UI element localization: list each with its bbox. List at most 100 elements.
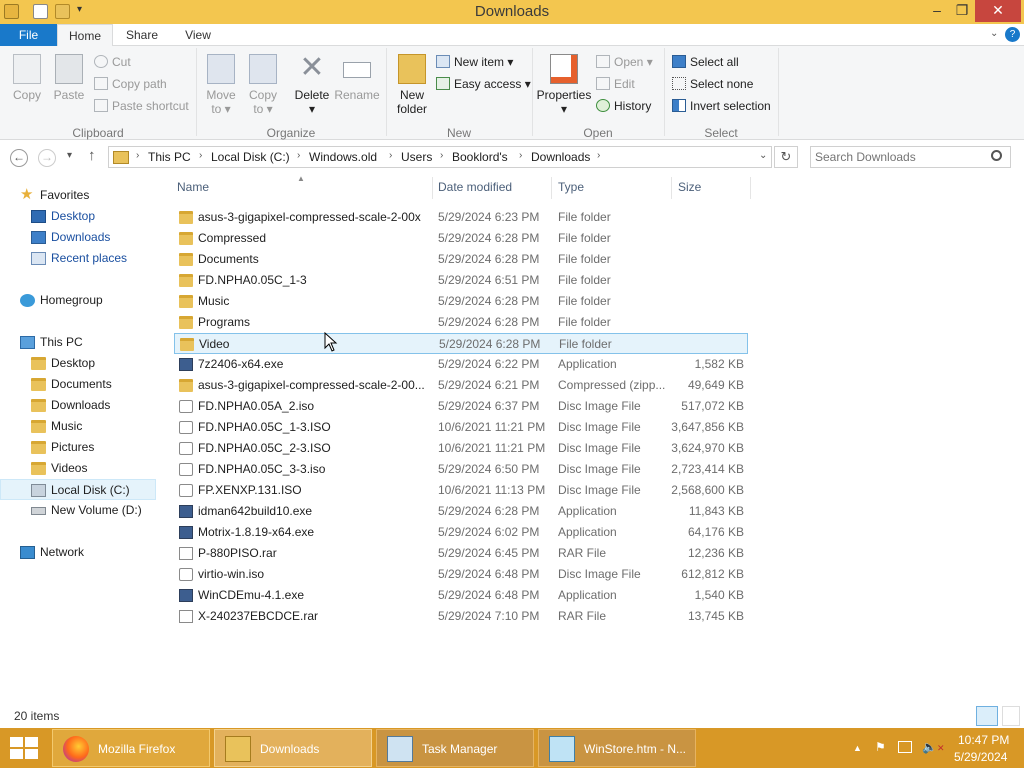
breadcrumb-separator[interactable]: › — [199, 150, 202, 161]
clock-date[interactable]: 5/29/2024 — [954, 750, 1007, 764]
nav-pc-documents[interactable]: Documents — [31, 374, 187, 395]
file-row[interactable]: idman642build10.exe 5/29/2024 6:28 PM Appl… — [174, 501, 748, 522]
nav-pc-music[interactable]: Music — [31, 416, 187, 437]
cut-button[interactable]: Cut — [94, 55, 131, 69]
nav-favorites[interactable]: ★ Favorites — [20, 185, 176, 206]
nav-pc-downloads[interactable]: Downloads — [31, 395, 187, 416]
search-box[interactable] — [810, 146, 1011, 168]
column-divider[interactable] — [432, 177, 433, 199]
file-row[interactable]: Documents 5/29/2024 6:28 PM File folder — [174, 249, 748, 270]
breadcrumb-separator[interactable]: › — [440, 150, 443, 161]
taskbar-firefox[interactable]: Mozilla Firefox — [52, 729, 210, 767]
select-all-button[interactable]: Select all — [672, 55, 739, 69]
taskbar-notepad[interactable]: WinStore.htm - N... — [538, 729, 696, 767]
large-icons-view-button[interactable] — [1002, 706, 1020, 726]
breadcrumb-downloads[interactable]: Downloads — [531, 150, 590, 164]
address-dropdown-icon[interactable]: ⌄ — [759, 150, 767, 161]
copy-button[interactable]: Copy — [8, 54, 46, 102]
recent-locations-icon[interactable]: ▾ — [67, 150, 72, 161]
nav-downloads[interactable]: Downloads — [31, 227, 187, 248]
breadcrumb-local-disk[interactable]: Local Disk (C:) — [211, 150, 290, 164]
nav-local-disk[interactable]: Local Disk (C:) — [0, 479, 156, 500]
file-row[interactable]: FP.XENXP.131.ISO 10/6/2021 11:13 PM Disc I… — [174, 480, 748, 501]
volume-muted-icon[interactable]: 🔈✕ — [922, 740, 945, 754]
breadcrumb-users[interactable]: Users — [401, 150, 432, 164]
new-folder-button[interactable]: New folder — [392, 54, 432, 116]
column-divider[interactable] — [750, 177, 751, 199]
invert-selection-button[interactable]: Invert selection — [672, 99, 771, 113]
file-row[interactable]: Motrix-1.8.19-x64.exe 5/29/2024 6:02 PM Ap… — [174, 522, 748, 543]
tab-home[interactable]: Home — [57, 24, 113, 47]
taskbar-downloads[interactable]: Downloads — [214, 729, 372, 767]
column-header-size[interactable]: Size — [678, 180, 701, 194]
nav-recent-places[interactable]: Recent places — [31, 248, 187, 269]
refresh-button[interactable]: ↻ — [774, 146, 798, 168]
tab-file[interactable]: File — [0, 24, 57, 46]
nav-desktop[interactable]: Desktop — [31, 206, 187, 227]
nav-new-volume[interactable]: New Volume (D:) — [31, 500, 187, 521]
breadcrumb-separator[interactable]: › — [519, 150, 522, 161]
search-icon[interactable] — [991, 150, 1002, 161]
forward-button[interactable]: → — [38, 149, 56, 167]
new-item-button[interactable]: New item ▾ — [436, 55, 513, 69]
nav-pc-videos[interactable]: Videos — [31, 458, 187, 479]
rename-button[interactable]: Rename — [334, 54, 380, 102]
search-input[interactable] — [815, 149, 985, 165]
maximize-button[interactable]: ❐ — [950, 0, 974, 22]
tab-share[interactable]: Share — [116, 24, 168, 46]
show-hidden-icons[interactable]: ▲ — [853, 743, 862, 753]
file-row[interactable]: Compressed 5/29/2024 6:28 PM File folder — [174, 228, 748, 249]
file-row[interactable]: FD.NPHA0.05C_1-3.ISO 10/6/2021 11:21 PM Di… — [174, 417, 748, 438]
easy-access-button[interactable]: Easy access ▾ — [436, 77, 531, 91]
file-row[interactable]: FD.NPHA0.05C_3-3.iso 5/29/2024 6:50 PM Dis… — [174, 459, 748, 480]
properties-button[interactable]: Properties ▾ — [536, 54, 592, 116]
file-row[interactable]: X-240237EBCDCE.rar 5/29/2024 7:10 PM RAR F… — [174, 606, 748, 627]
nav-pc-desktop[interactable]: Desktop — [31, 353, 187, 374]
copy-path-button[interactable]: Copy path — [94, 77, 167, 91]
nav-pc-pictures[interactable]: Pictures — [31, 437, 187, 458]
file-row[interactable]: 7z2406-x64.exe 5/29/2024 6:22 PM Applicati… — [174, 354, 748, 375]
breadcrumb-separator[interactable]: › — [597, 150, 600, 161]
minimize-button[interactable]: – — [924, 0, 950, 22]
file-row[interactable]: asus-3-gigapixel-compressed-scale-2-00..… — [174, 375, 748, 396]
up-button[interactable]: ↑ — [88, 147, 96, 164]
column-header-name[interactable]: Name — [177, 180, 209, 194]
expand-ribbon-icon[interactable]: ⌄ — [990, 28, 998, 39]
file-row[interactable]: FD.NPHA0.05C_1-3 5/29/2024 6:51 PM File fo… — [174, 270, 748, 291]
nav-homegroup[interactable]: Homegroup — [20, 290, 176, 311]
copy-to-button[interactable]: Copy to ▾ — [244, 54, 282, 116]
nav-network[interactable]: Network — [20, 542, 176, 563]
history-button[interactable]: History — [596, 99, 651, 113]
breadcrumb-windows-old[interactable]: Windows.old — [309, 150, 377, 164]
open-button[interactable]: Open ▾ — [596, 55, 653, 69]
back-button[interactable]: ← — [10, 149, 28, 167]
breadcrumb-this-pc[interactable]: This PC — [148, 150, 191, 164]
paste-shortcut-button[interactable]: Paste shortcut — [94, 99, 189, 113]
column-divider[interactable] — [671, 177, 672, 199]
details-view-button[interactable] — [976, 706, 998, 726]
action-center-flag-icon[interactable]: ⚑ — [875, 740, 886, 754]
paste-button[interactable]: Paste — [50, 54, 88, 102]
edit-button[interactable]: Edit — [596, 77, 635, 91]
column-header-type[interactable]: Type — [558, 180, 584, 194]
nav-this-pc[interactable]: This PC — [20, 332, 176, 353]
file-row[interactable]: FD.NPHA0.05A_2.iso 5/29/2024 6:37 PM Disc … — [174, 396, 748, 417]
breadcrumb-separator[interactable]: › — [297, 150, 300, 161]
tab-view[interactable]: View — [172, 24, 224, 46]
move-to-button[interactable]: Move to ▾ — [202, 54, 240, 116]
column-divider[interactable] — [551, 177, 552, 199]
address-bar[interactable]: › This PC › Local Disk (C:) › Windows.ol… — [108, 146, 772, 168]
file-row[interactable]: Programs 5/29/2024 6:28 PM File folder — [174, 312, 748, 333]
select-none-button[interactable]: Select none — [672, 77, 753, 91]
delete-button[interactable]: ✕ Delete ▾ — [290, 53, 334, 117]
file-row[interactable]: Video 5/29/2024 6:28 PM File folder — [174, 333, 748, 354]
file-row[interactable]: virtio-win.iso 5/29/2024 6:48 PM Disc Imag… — [174, 564, 748, 585]
taskbar-task-manager[interactable]: Task Manager — [376, 729, 534, 767]
file-row[interactable]: FD.NPHA0.05C_2-3.ISO 10/6/2021 11:21 PM Di… — [174, 438, 748, 459]
network-tray-icon[interactable] — [898, 741, 912, 753]
file-row[interactable]: WinCDEmu-4.1.exe 5/29/2024 6:48 PM Applica… — [174, 585, 748, 606]
title-bar[interactable]: ▾ Downloads – ❐ ✕ — [0, 0, 1024, 24]
close-button[interactable]: ✕ — [975, 0, 1021, 22]
column-header-date[interactable]: Date modified — [438, 180, 512, 194]
breadcrumb-separator[interactable]: › — [389, 150, 392, 161]
